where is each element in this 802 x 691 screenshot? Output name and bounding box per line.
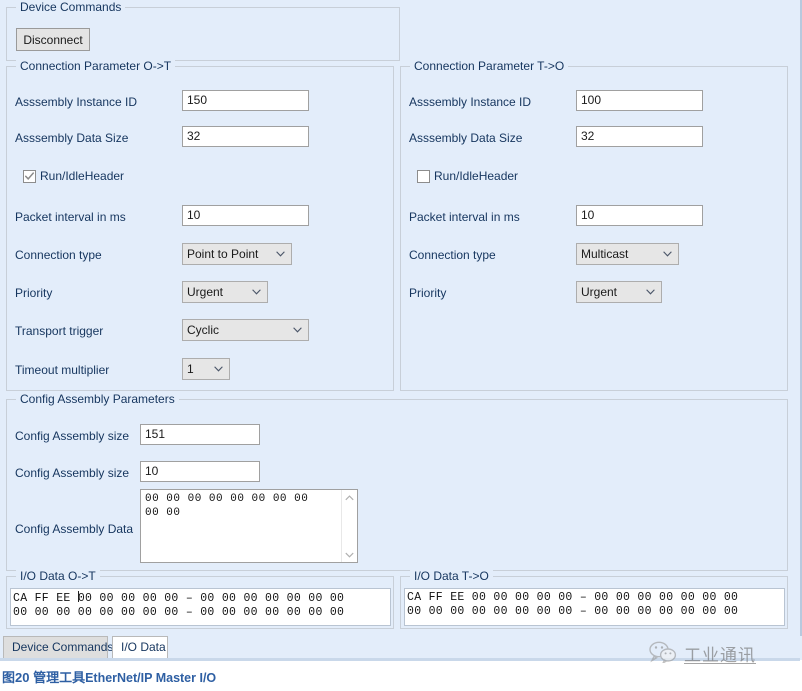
connection-parameter-ot-group: Connection Parameter O->T Asssembly Inst… [6, 59, 394, 391]
ot-priority-label: Priority [15, 286, 53, 300]
figure-title: EtherNet/IP Master I/O [85, 671, 217, 685]
ot-packet-interval-input[interactable]: 10 [182, 205, 309, 226]
chevron-down-icon [663, 251, 672, 257]
io-data-to-hexview[interactable]: CA FF EE 00 00 00 00 00 – 00 00 00 00 00… [404, 588, 785, 626]
ot-packet-interval-label: Packet interval in ms [15, 210, 126, 224]
checkbox-box [23, 169, 36, 183]
ot-run-idle-header-checkbox[interactable]: Run/IdleHeader [23, 169, 124, 183]
config-assembly-size-input-1[interactable]: 151 [140, 424, 260, 445]
ot-priority-value: Urgent [187, 285, 224, 299]
ot-run-idle-header-label: Run/IdleHeader [40, 169, 125, 183]
chevron-down-icon [276, 251, 285, 257]
watermark: 工业通讯 [648, 640, 794, 666]
figure-caption: 图20 管理工具EtherNet/IP Master I/O [2, 668, 602, 690]
connection-parameter-to-group: Connection Parameter T->O Asssembly Inst… [400, 59, 788, 391]
tab-io-data[interactable]: I/O Data [112, 636, 168, 659]
scroll-down-icon[interactable] [342, 547, 357, 562]
ot-assembly-instance-id-label: Asssembly Instance ID [15, 95, 138, 109]
io-data-ot-line-2: 00 00 00 00 00 00 00 00 – 00 00 00 00 00… [13, 606, 345, 619]
to-priority-value: Urgent [581, 285, 618, 299]
to-packet-interval-input[interactable]: 10 [576, 205, 703, 226]
connection-parameter-to-title: Connection Parameter T->O [410, 59, 569, 73]
to-assembly-instance-id-label: Asssembly Instance ID [409, 95, 532, 109]
ot-priority-select[interactable]: Urgent [182, 281, 268, 303]
io-data-ot-group: I/O Data O->T CA FF EE 00 00 00 00 00 – … [6, 569, 394, 629]
io-data-panel: Device Commands Disconnect Connection Pa… [0, 0, 794, 633]
to-connection-type-value: Multicast [581, 247, 629, 261]
to-run-idle-header-checkbox[interactable]: Run/IdleHeader [417, 169, 518, 183]
config-assembly-data-textarea[interactable]: 00 00 00 00 00 00 00 00 00 00 [140, 489, 358, 563]
to-packet-interval-label: Packet interval in ms [409, 210, 520, 224]
io-data-ot-title: I/O Data O->T [16, 569, 100, 583]
ot-transport-trigger-label: Transport trigger [15, 324, 104, 338]
ot-assembly-data-size-input[interactable]: 32 [182, 126, 309, 147]
io-data-ot-line-1-prefix: CA FF EE [13, 592, 78, 605]
application-window: Device Commands Disconnect Connection Pa… [0, 0, 802, 665]
to-priority-select[interactable]: Urgent [576, 281, 662, 303]
ot-timeout-multiplier-label: Timeout multiplier [15, 363, 110, 377]
chevron-down-icon [214, 366, 223, 372]
scroll-up-icon[interactable] [342, 490, 357, 505]
ot-transport-trigger-value: Cyclic [187, 323, 219, 337]
config-assembly-parameters-group: Config Assembly Parameters Config Assemb… [6, 392, 788, 571]
io-data-ot-line-1-rest: 00 00 00 00 00 – 00 00 00 00 00 00 00 [77, 592, 345, 605]
disconnect-button[interactable]: Disconnect [16, 28, 90, 51]
chevron-down-icon [252, 289, 261, 295]
config-assembly-data-scrollbar[interactable] [341, 490, 357, 562]
to-assembly-data-size-input[interactable]: 32 [576, 126, 703, 147]
wechat-icon [648, 641, 678, 666]
device-commands-group-title: Device Commands [16, 0, 126, 14]
chevron-down-icon [646, 289, 655, 295]
ot-assembly-instance-id-input[interactable]: 150 [182, 90, 309, 111]
to-connection-type-select[interactable]: Multicast [576, 243, 679, 265]
config-assembly-size-input-2[interactable]: 10 [140, 461, 260, 482]
io-data-to-group: I/O Data T->O CA FF EE 00 00 00 00 00 – … [400, 569, 788, 629]
to-run-idle-header-label: Run/IdleHeader [434, 169, 519, 183]
config-assembly-size-label-1: Config Assembly size [15, 429, 130, 443]
config-assembly-data-content: 00 00 00 00 00 00 00 00 00 00 [145, 493, 309, 519]
watermark-text: 工业通讯 [684, 645, 756, 665]
io-data-to-line-2: 00 00 00 00 00 00 00 00 – 00 00 00 00 00… [407, 605, 739, 618]
ot-timeout-multiplier-select[interactable]: 1 [182, 358, 230, 380]
to-assembly-data-size-label: Asssembly Data Size [409, 131, 523, 145]
io-data-ot-hexview[interactable]: CA FF EE 00 00 00 00 00 – 00 00 00 00 00… [10, 588, 391, 626]
ot-timeout-multiplier-value: 1 [187, 362, 194, 376]
checkbox-box [417, 169, 430, 183]
to-priority-label: Priority [409, 286, 447, 300]
config-assembly-size-label-2: Config Assembly size [15, 466, 130, 480]
ot-transport-trigger-select[interactable]: Cyclic [182, 319, 309, 341]
config-assembly-parameters-title: Config Assembly Parameters [16, 392, 179, 406]
io-data-to-title: I/O Data T->O [410, 569, 493, 583]
figure-number: 图20 管理工具 [2, 670, 86, 685]
config-assembly-data-label: Config Assembly Data [15, 522, 134, 536]
io-data-ot-line-1: CA FF EE 00 00 00 00 00 – 00 00 00 00 00… [13, 591, 390, 606]
chevron-down-icon [293, 327, 302, 333]
to-assembly-instance-id-input[interactable]: 100 [576, 90, 703, 111]
ot-assembly-data-size-label: Asssembly Data Size [15, 131, 129, 145]
tab-device-commands[interactable]: Device Commands [3, 636, 113, 659]
ot-connection-type-value: Point to Point [187, 247, 259, 261]
ot-connection-type-label: Connection type [15, 248, 102, 262]
io-data-to-line-1: CA FF EE 00 00 00 00 00 – 00 00 00 00 00… [407, 591, 739, 604]
to-connection-type-label: Connection type [409, 248, 496, 262]
connection-parameter-ot-title: Connection Parameter O->T [16, 59, 176, 73]
device-commands-group: Device Commands Disconnect [6, 0, 400, 61]
ot-connection-type-select[interactable]: Point to Point [182, 243, 292, 265]
